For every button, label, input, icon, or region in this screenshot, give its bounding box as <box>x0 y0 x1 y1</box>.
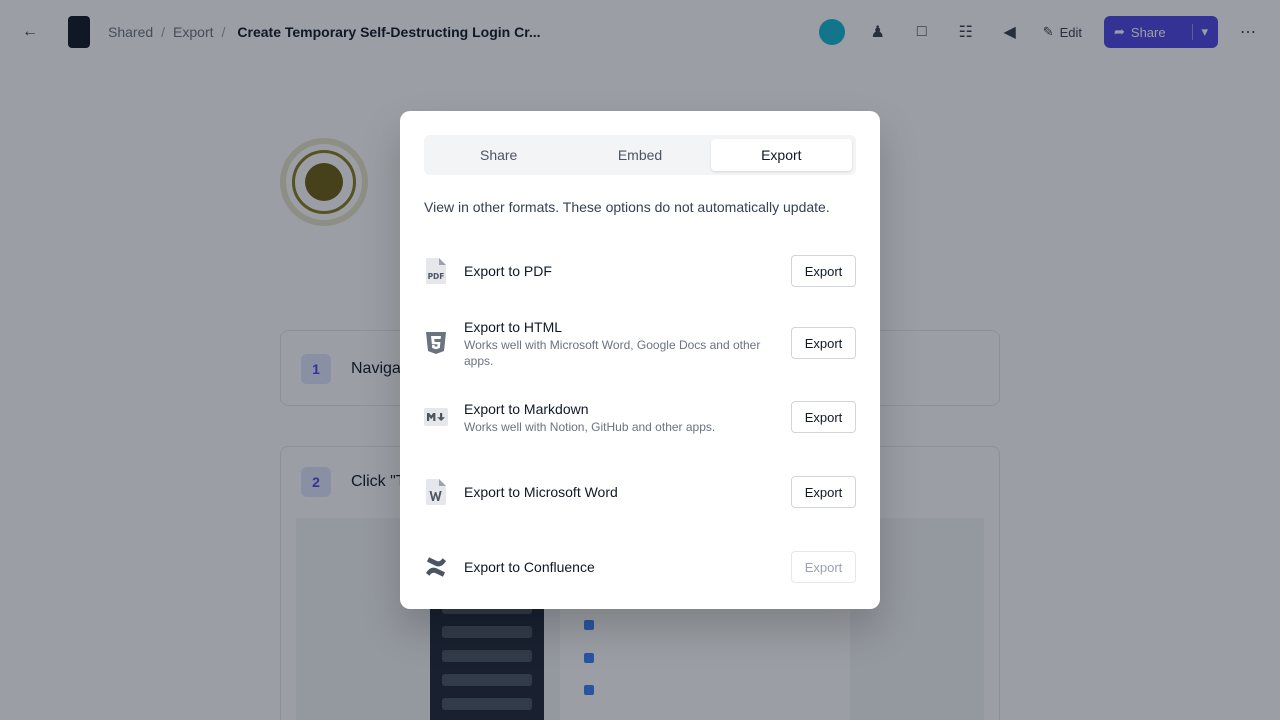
export-description: View in other formats. These options do … <box>424 199 830 215</box>
export-title: Export to HTML <box>464 318 563 335</box>
export-confluence-button[interactable]: Export <box>791 551 856 583</box>
svg-text:PDF: PDF <box>428 272 445 281</box>
export-html-button[interactable]: Export <box>791 327 856 359</box>
export-title: Export to Confluence <box>464 559 595 575</box>
export-word-button[interactable]: Export <box>791 476 856 508</box>
markdown-icon <box>424 403 448 431</box>
export-title: Export to PDF <box>464 263 552 279</box>
tab-share[interactable]: Share <box>428 139 569 171</box>
export-title: Export to Microsoft Word <box>464 484 618 500</box>
export-title: Export to Markdown <box>464 400 589 417</box>
share-export-modal: Share Embed Export View in other formats… <box>400 111 880 609</box>
export-subtitle: Works well with Notion, GitHub and other… <box>464 419 716 434</box>
tab-export[interactable]: Export <box>710 139 852 171</box>
export-option-word: Export to Microsoft Word Export <box>424 462 856 522</box>
html5-icon <box>424 329 448 357</box>
export-pdf-button[interactable]: Export <box>791 255 856 287</box>
pdf-file-icon: PDF <box>424 257 448 285</box>
modal-tabs: Share Embed Export <box>424 135 856 175</box>
export-markdown-button[interactable]: Export <box>791 401 856 433</box>
export-subtitle: Works well with Microsoft Word, Google D… <box>464 337 761 368</box>
export-option-confluence: Export to Confluence Export <box>424 537 856 597</box>
export-option-markdown: Export to Markdown Works well with Notio… <box>424 387 856 447</box>
word-file-icon <box>424 478 448 506</box>
confluence-icon <box>424 553 448 581</box>
export-option-html: Export to HTML Works well with Microsoft… <box>424 312 856 374</box>
tab-embed[interactable]: Embed <box>569 139 710 171</box>
export-option-pdf: PDF Export to PDF Export <box>424 241 856 301</box>
